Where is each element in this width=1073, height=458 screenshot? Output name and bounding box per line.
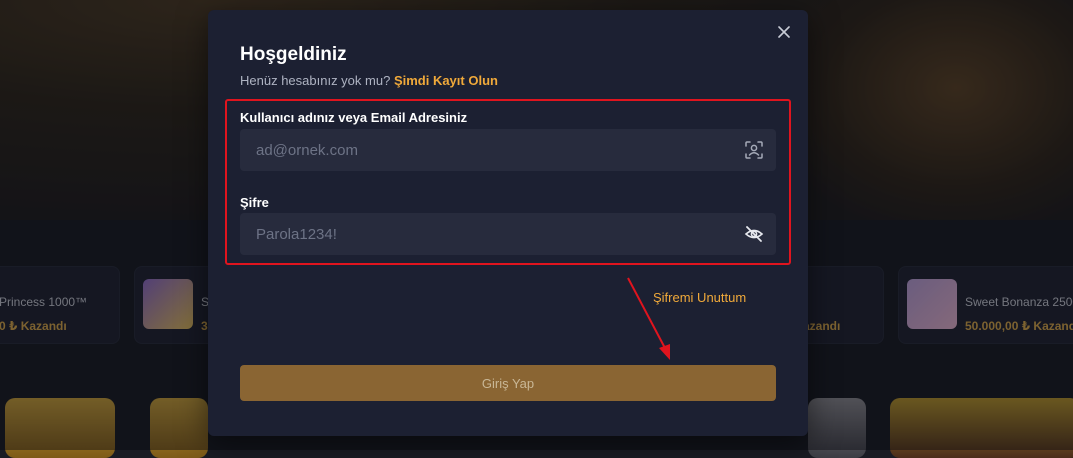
close-button[interactable] bbox=[774, 22, 794, 42]
eye-off-icon[interactable] bbox=[744, 224, 764, 244]
signup-prompt-text: Henüz hesabınız yok mu? bbox=[240, 73, 391, 88]
username-field[interactable] bbox=[240, 129, 776, 171]
login-modal: Hoşgeldiniz Henüz hesabınız yok mu? Şimd… bbox=[208, 10, 808, 436]
signup-link[interactable]: Şimdi Kayıt Olun bbox=[394, 73, 498, 88]
signup-prompt: Henüz hesabınız yok mu? Şimdi Kayıt Olun bbox=[240, 73, 498, 88]
username-input[interactable] bbox=[240, 129, 720, 171]
annotation-arrow-icon bbox=[627, 277, 670, 360]
password-field[interactable] bbox=[240, 213, 776, 255]
login-button[interactable]: Giriş Yap bbox=[240, 365, 776, 401]
username-label: Kullanıcı adınız veya Email Adresiniz bbox=[240, 110, 468, 125]
modal-title: Hoşgeldiniz bbox=[240, 44, 347, 65]
user-scan-icon bbox=[744, 140, 764, 160]
password-input[interactable] bbox=[240, 213, 720, 255]
close-icon bbox=[778, 26, 790, 38]
password-label: Şifre bbox=[240, 195, 269, 210]
